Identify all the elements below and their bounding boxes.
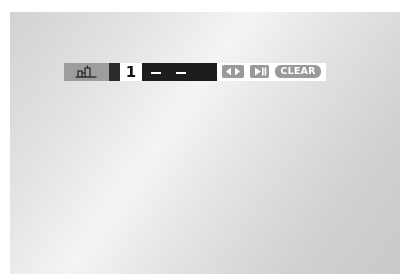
left-right-arrows-icon: [226, 67, 240, 76]
title-number: 1: [125, 63, 137, 81]
chapter-input[interactable]: [142, 63, 217, 81]
divider: [109, 63, 120, 81]
clear-button[interactable]: CLEAR: [275, 65, 321, 78]
angle-indicator: [64, 63, 109, 81]
left-right-button[interactable]: [222, 65, 244, 78]
chapter-digit-2: [176, 72, 186, 74]
osd-bar: 1 CLEAR: [64, 63, 326, 81]
angle-camera-icon: [75, 65, 97, 78]
skip-next-icon: [255, 67, 267, 76]
chapter-digit-1: [151, 72, 161, 74]
tv-screen: 1 CLEAR: [10, 12, 400, 274]
skip-next-button[interactable]: [250, 65, 269, 78]
